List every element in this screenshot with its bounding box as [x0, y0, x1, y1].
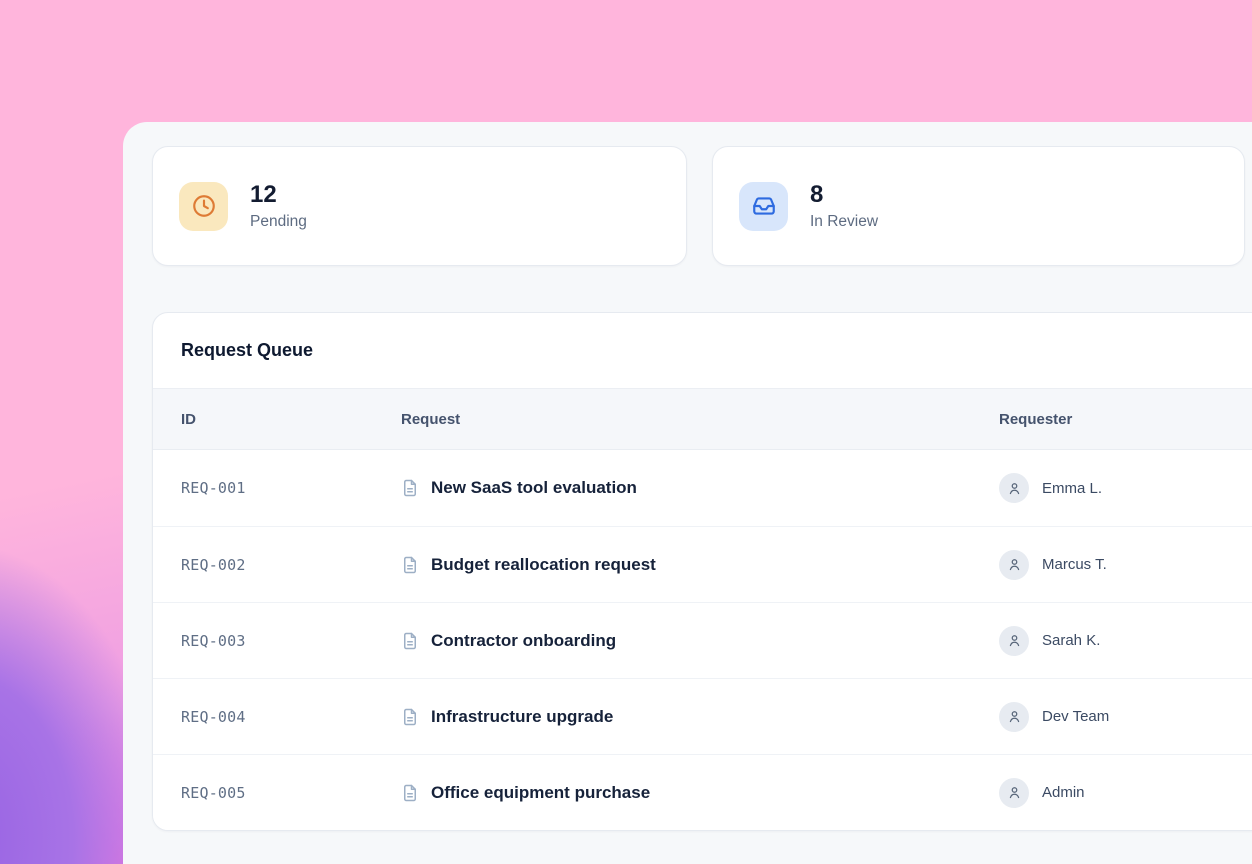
table-row[interactable]: REQ-004 Infrastructure upgrade [153, 678, 1252, 754]
request-queue-card: Request Queue ID Request Requester REQ-0… [152, 312, 1252, 831]
table-row[interactable]: REQ-002 Budget reallocation request [153, 526, 1252, 602]
requester-name: Marcus T. [1042, 556, 1107, 573]
page-background: 12 Pending 8 In Review Requ [0, 0, 1252, 864]
avatar [999, 473, 1029, 503]
column-header-requester: Requester [999, 411, 1252, 428]
clock-icon [179, 182, 228, 231]
request-title: New SaaS tool evaluation [431, 478, 637, 498]
inbox-icon [739, 182, 788, 231]
avatar [999, 778, 1029, 808]
avatar [999, 550, 1029, 580]
table-header-row: ID Request Requester [153, 389, 1252, 450]
avatar [999, 702, 1029, 732]
request-cell: Office equipment purchase [401, 783, 999, 803]
avatar [999, 626, 1029, 656]
requester-name: Dev Team [1042, 708, 1109, 725]
stats-row: 12 Pending 8 In Review [152, 146, 1252, 266]
requester-cell: Sarah K. [999, 626, 1252, 656]
table-row[interactable]: REQ-003 Contractor onboarding [153, 602, 1252, 678]
table-title-block: Request Queue [153, 313, 1252, 389]
request-cell: New SaaS tool evaluation [401, 478, 999, 498]
request-title: Infrastructure upgrade [431, 707, 613, 727]
main-panel: 12 Pending 8 In Review Requ [123, 122, 1252, 864]
table-row[interactable]: REQ-001 New SaaS tool evaluation [153, 450, 1252, 526]
request-title: Office equipment purchase [431, 783, 650, 803]
requester-cell: Admin [999, 778, 1252, 808]
table-row[interactable]: REQ-005 Office equipment purchase [153, 754, 1252, 830]
requester-name: Emma L. [1042, 480, 1102, 497]
requester-cell: Emma L. [999, 473, 1252, 503]
pending-label: Pending [250, 213, 307, 231]
column-header-id: ID [153, 411, 401, 428]
request-cell: Budget reallocation request [401, 555, 999, 575]
request-id: REQ-002 [153, 556, 401, 574]
request-id: REQ-004 [153, 708, 401, 726]
requester-name: Admin [1042, 784, 1085, 801]
pending-count: 12 [250, 181, 307, 209]
stat-text-pending: 12 Pending [250, 181, 307, 231]
document-icon [401, 708, 419, 726]
column-header-request: Request [401, 411, 999, 428]
stat-card-in-review: 8 In Review [712, 146, 1245, 266]
request-id: REQ-001 [153, 479, 401, 497]
stat-text-in-review: 8 In Review [810, 181, 878, 231]
requester-cell: Dev Team [999, 702, 1252, 732]
request-id: REQ-003 [153, 632, 401, 650]
request-cell: Contractor onboarding [401, 631, 999, 651]
request-title: Budget reallocation request [431, 555, 656, 575]
requester-cell: Marcus T. [999, 550, 1252, 580]
document-icon [401, 632, 419, 650]
table-title: Request Queue [181, 340, 313, 361]
stat-card-pending: 12 Pending [152, 146, 687, 266]
requester-name: Sarah K. [1042, 632, 1100, 649]
in-review-label: In Review [810, 213, 878, 231]
document-icon [401, 784, 419, 802]
document-icon [401, 479, 419, 497]
document-icon [401, 556, 419, 574]
request-title: Contractor onboarding [431, 631, 616, 651]
request-cell: Infrastructure upgrade [401, 707, 999, 727]
in-review-count: 8 [810, 181, 878, 209]
request-id: REQ-005 [153, 784, 401, 802]
